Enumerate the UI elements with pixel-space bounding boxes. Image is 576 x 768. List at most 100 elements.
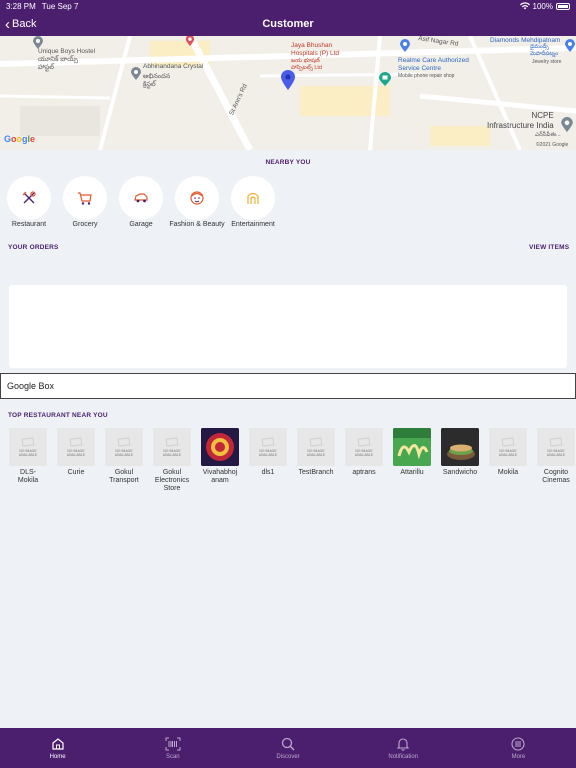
restaurant-thumbnail: NO IMAGE AVAILABLE — [105, 428, 143, 466]
orders-box — [9, 285, 567, 368]
no-image-icon — [357, 437, 371, 447]
map-label-abhinandana-te: అభినందన క్రిస్టల్ — [143, 73, 171, 88]
nav-bar: ‹ Back Customer — [0, 12, 576, 36]
restaurant-name: aptrans — [352, 469, 376, 476]
tab-label-scan: Scan — [165, 753, 180, 760]
status-date: Tue Sep 7 — [41, 1, 79, 11]
restaurant-card[interactable]: NO IMAGE AVAILABLE TestBranch — [297, 428, 335, 477]
no-image-icon — [501, 437, 515, 447]
map-label-diamonds-sub: Jewelry store — [532, 59, 562, 65]
no-image-text: NO IMAGE AVAILABLE — [66, 449, 86, 457]
restaurant-card[interactable]: NO IMAGE AVAILABLE aptrans — [345, 428, 383, 477]
no-image-icon — [549, 437, 563, 447]
category-label-restaurant: Restaurant — [11, 221, 47, 228]
chevron-left-icon: ‹ — [5, 15, 10, 33]
no-image-text: NO IMAGE AVAILABLE — [258, 449, 278, 457]
no-image-text: NO IMAGE AVAILABLE — [498, 449, 518, 457]
map-copyright: ©2021 Google — [536, 142, 569, 148]
category-label-entertainment: Entertainment — [231, 221, 275, 228]
battery-percent: 100% — [532, 1, 553, 11]
orders-title: YOUR ORDERS — [8, 244, 59, 251]
location-pin-icon[interactable] — [281, 70, 295, 90]
no-image-icon — [261, 437, 275, 447]
no-image-text: NO IMAGE AVAILABLE — [162, 449, 182, 457]
no-image-icon — [69, 437, 83, 447]
restaurant-card[interactable]: NO IMAGE AVAILABLE DLS- Mokila — [9, 428, 47, 485]
back-label: Back — [12, 18, 37, 30]
no-image-text: NO IMAGE AVAILABLE — [306, 449, 326, 457]
tab-notification[interactable]: Notification — [346, 728, 461, 768]
restaurant-card[interactable]: NO IMAGE AVAILABLE Cognito Cinemas — [537, 428, 575, 485]
cart-icon — [78, 192, 92, 205]
restaurant-name: Mokila — [497, 469, 519, 476]
restaurant-thumbnail: NO IMAGE AVAILABLE — [153, 428, 191, 466]
view-items-link[interactable]: VIEW ITEMS — [529, 244, 569, 251]
bell-icon — [396, 737, 410, 751]
restaurant-thumbnail: NO IMAGE AVAILABLE — [297, 428, 335, 466]
map-hostel-pin-icon — [33, 36, 43, 49]
map-label-abhinandana: Abhinandana Crystal — [143, 63, 204, 70]
restaurant-name: Sandwicho — [442, 469, 478, 476]
tab-home[interactable]: Home — [0, 728, 115, 768]
restaurant-name: Vivahabhoj anam — [202, 469, 238, 485]
map-label-realme: Realme Care Authorized Service Centre — [398, 57, 469, 72]
restaurant-card[interactable]: NO IMAGE AVAILABLE Curie — [57, 428, 95, 477]
restaurant-card[interactable]: NO IMAGE AVAILABLE Mokila — [489, 428, 527, 477]
restaurant-name: Curie — [67, 469, 85, 476]
restaurant-thumbnail: NO IMAGE AVAILABLE — [249, 428, 287, 466]
page-title: Customer — [262, 18, 314, 30]
battery-icon — [556, 2, 570, 10]
no-image-icon — [309, 437, 323, 447]
restaurant-name: Gokul Transport — [109, 469, 139, 485]
map-label-realme-sub: Mobile phone repair shop — [398, 73, 455, 79]
restaurant-thumbnail — [201, 428, 239, 466]
theater-icon — [247, 192, 259, 204]
google-logo: Google — [4, 134, 36, 144]
tab-discover[interactable]: Discover — [230, 728, 345, 768]
car-icon — [134, 193, 148, 203]
restaurant-card[interactable]: NO IMAGE AVAILABLE Gokul Electronics Stor… — [153, 428, 191, 493]
restaurant-card[interactable]: Sandwicho — [441, 428, 479, 477]
map-view[interactable]: Unique Boys Hostel యూనిక్ బాయ్స్ హాస్టల్… — [0, 36, 576, 150]
tab-label-more: More — [511, 753, 526, 760]
no-image-text: NO IMAGE AVAILABLE — [18, 449, 38, 457]
tab-label-notification: Notification — [388, 753, 419, 760]
category-label-garage: Garage — [129, 221, 153, 228]
tab-scan[interactable]: Scan — [115, 728, 230, 768]
wifi-icon — [519, 2, 530, 10]
map-service-pin-icon — [379, 72, 391, 86]
restaurant-name: TestBranch — [298, 469, 334, 476]
google-box: Google Box — [0, 373, 576, 399]
category-restaurant[interactable] — [7, 176, 51, 220]
restaurant-name: Attarillu — [400, 469, 424, 476]
category-garage[interactable] — [119, 176, 163, 220]
map-shop-pin-icon — [400, 39, 410, 52]
category-fashion-beauty[interactable] — [175, 176, 219, 220]
tab-more[interactable]: More — [461, 728, 576, 768]
map-ncpe-pin-icon — [561, 117, 573, 132]
no-image-icon — [117, 437, 131, 447]
map-label-unique-boys-te: యూనిక్ బాయ్స్ హాస్టల్ — [38, 56, 78, 71]
category-entertainment[interactable] — [231, 176, 275, 220]
map-label-diamonds-te: డైమండ్స్ మెహదీపట్నం — [530, 44, 558, 57]
restaurant-thumbnail — [393, 428, 431, 466]
status-bar: 3:28 PM Tue Sep 7 100% — [0, 0, 576, 12]
map-label-jaya-bhushan-te: జయ భూషణ్ హాస్పిటల్స్ Ltd — [291, 58, 322, 71]
category-label-grocery: Grocery — [72, 221, 98, 228]
back-button[interactable]: ‹ Back — [5, 12, 36, 36]
tab-label-discover: Discover — [276, 753, 300, 760]
restaurant-card[interactable]: Attarillu — [393, 428, 431, 477]
attarillu-logo-icon — [393, 428, 431, 466]
restaurant-card[interactable]: NO IMAGE AVAILABLE dls1 — [249, 428, 287, 477]
restaurant-card[interactable]: NO IMAGE AVAILABLE Gokul Transport — [105, 428, 143, 485]
restaurant-card[interactable]: Vivahabhoj anam — [201, 428, 239, 485]
nearby-title: NEARBY YOU — [265, 159, 311, 166]
status-time: 3:28 PM — [6, 1, 36, 11]
category-label-fashion-beauty: Fashion & Beauty — [169, 221, 225, 228]
vivahabhojanam-logo-icon — [201, 428, 239, 466]
map-label-jaya-bhushan: Jaya Bhushan Hospitals (P) Ltd — [291, 42, 340, 57]
restaurant-name: dls1 — [261, 469, 275, 476]
restaurant-name: DLS- Mokila — [17, 469, 39, 485]
category-grocery[interactable] — [63, 176, 107, 220]
tab-label-home: Home — [49, 753, 66, 760]
